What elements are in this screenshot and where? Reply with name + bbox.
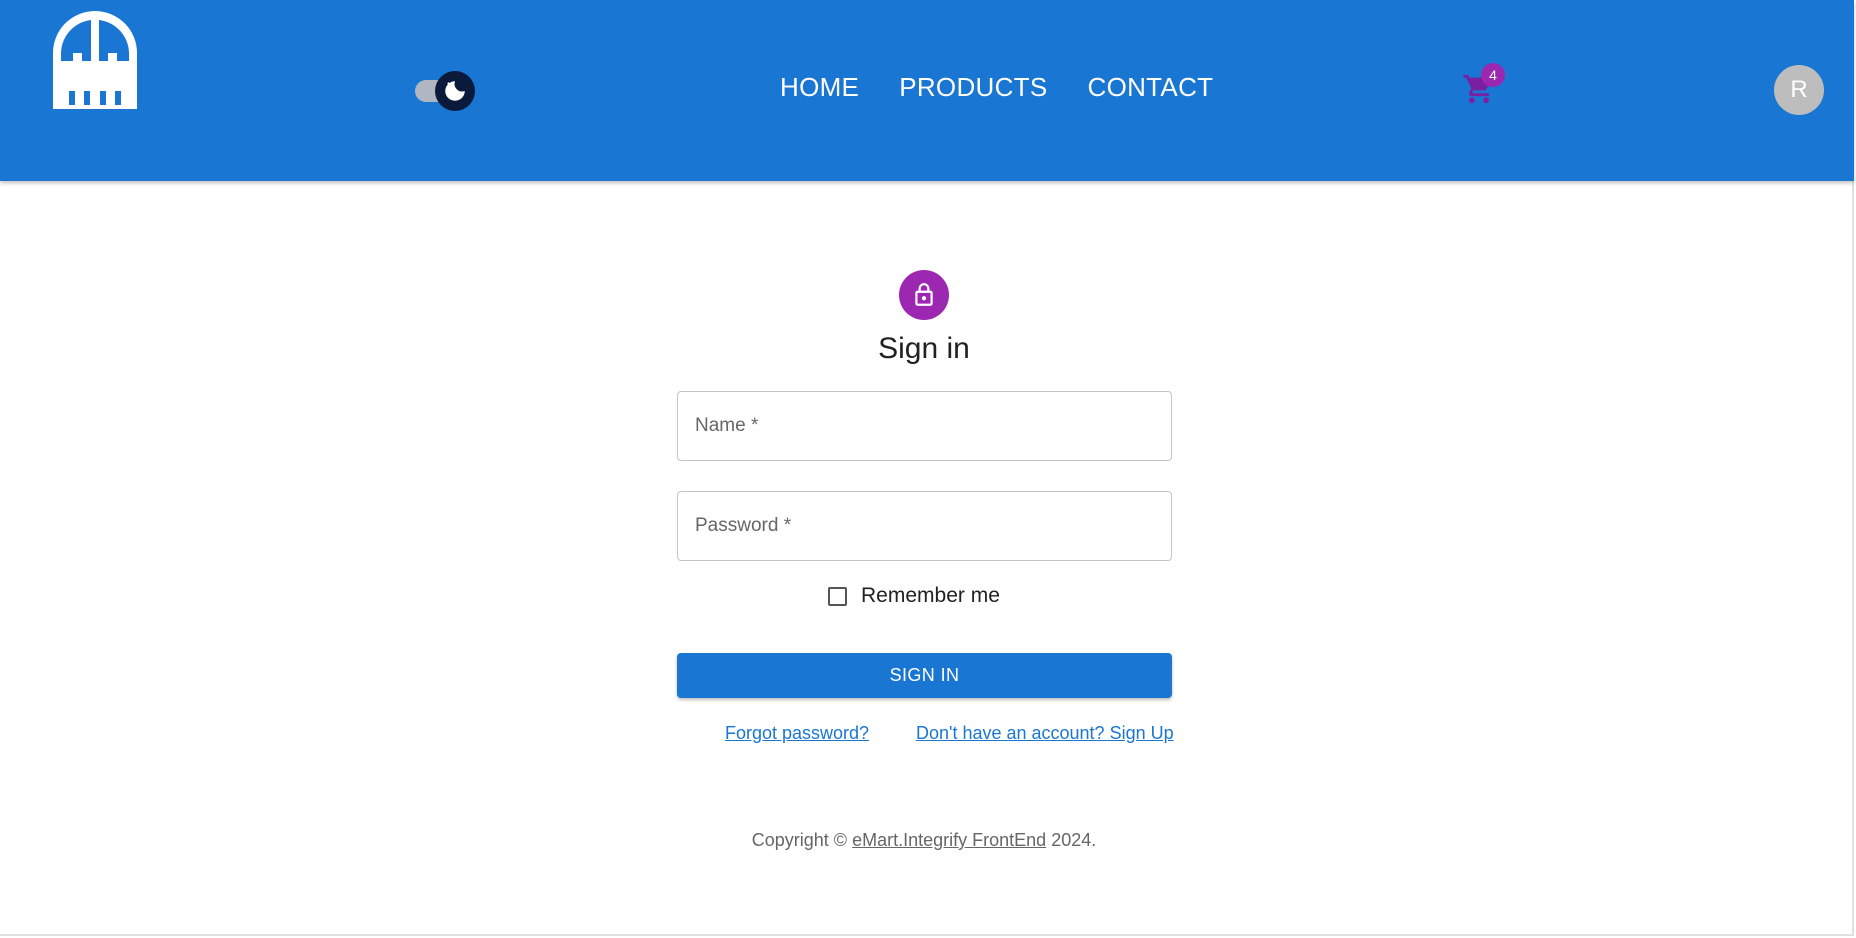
remember-me[interactable]: Remember me	[828, 584, 1000, 608]
theme-toggle[interactable]	[413, 70, 477, 112]
signin-title: Sign in	[878, 332, 970, 365]
name-input[interactable]	[678, 392, 1171, 460]
name-field	[677, 391, 1172, 461]
password-input[interactable]	[678, 492, 1171, 560]
copyright-prefix: Copyright ©	[751, 830, 848, 850]
signin-button[interactable]: SIGN IN	[677, 653, 1172, 698]
brand-link[interactable]: eMart.Integrify FrontEnd	[852, 830, 1046, 850]
copyright: Copyright © eMart.Integrify FrontEnd 202…	[0, 830, 1848, 851]
main-nav: HOME PRODUCTS CONTACT	[780, 72, 1213, 103]
remember-label: Remember me	[861, 584, 1000, 607]
signup-link[interactable]: Don't have an account? Sign Up	[916, 723, 1174, 744]
page: HOME PRODUCTS CONTACT 4 R Sign in Rememb	[0, 0, 1854, 936]
nav-home[interactable]: HOME	[780, 72, 859, 103]
forgot-password-link[interactable]: Forgot password?	[725, 723, 869, 744]
nav-contact[interactable]: CONTACT	[1088, 72, 1214, 103]
app-header: HOME PRODUCTS CONTACT 4 R	[0, 0, 1854, 181]
copyright-year: 2024.	[1051, 830, 1097, 850]
moon-icon	[435, 71, 475, 111]
castle-gate-icon[interactable]	[47, 9, 143, 115]
lock-icon	[899, 270, 949, 320]
user-avatar[interactable]: R	[1774, 65, 1824, 115]
nav-products[interactable]: PRODUCTS	[899, 72, 1047, 103]
cart-count-badge: 4	[1481, 63, 1505, 87]
remember-checkbox[interactable]	[828, 586, 847, 606]
password-field	[677, 491, 1172, 561]
